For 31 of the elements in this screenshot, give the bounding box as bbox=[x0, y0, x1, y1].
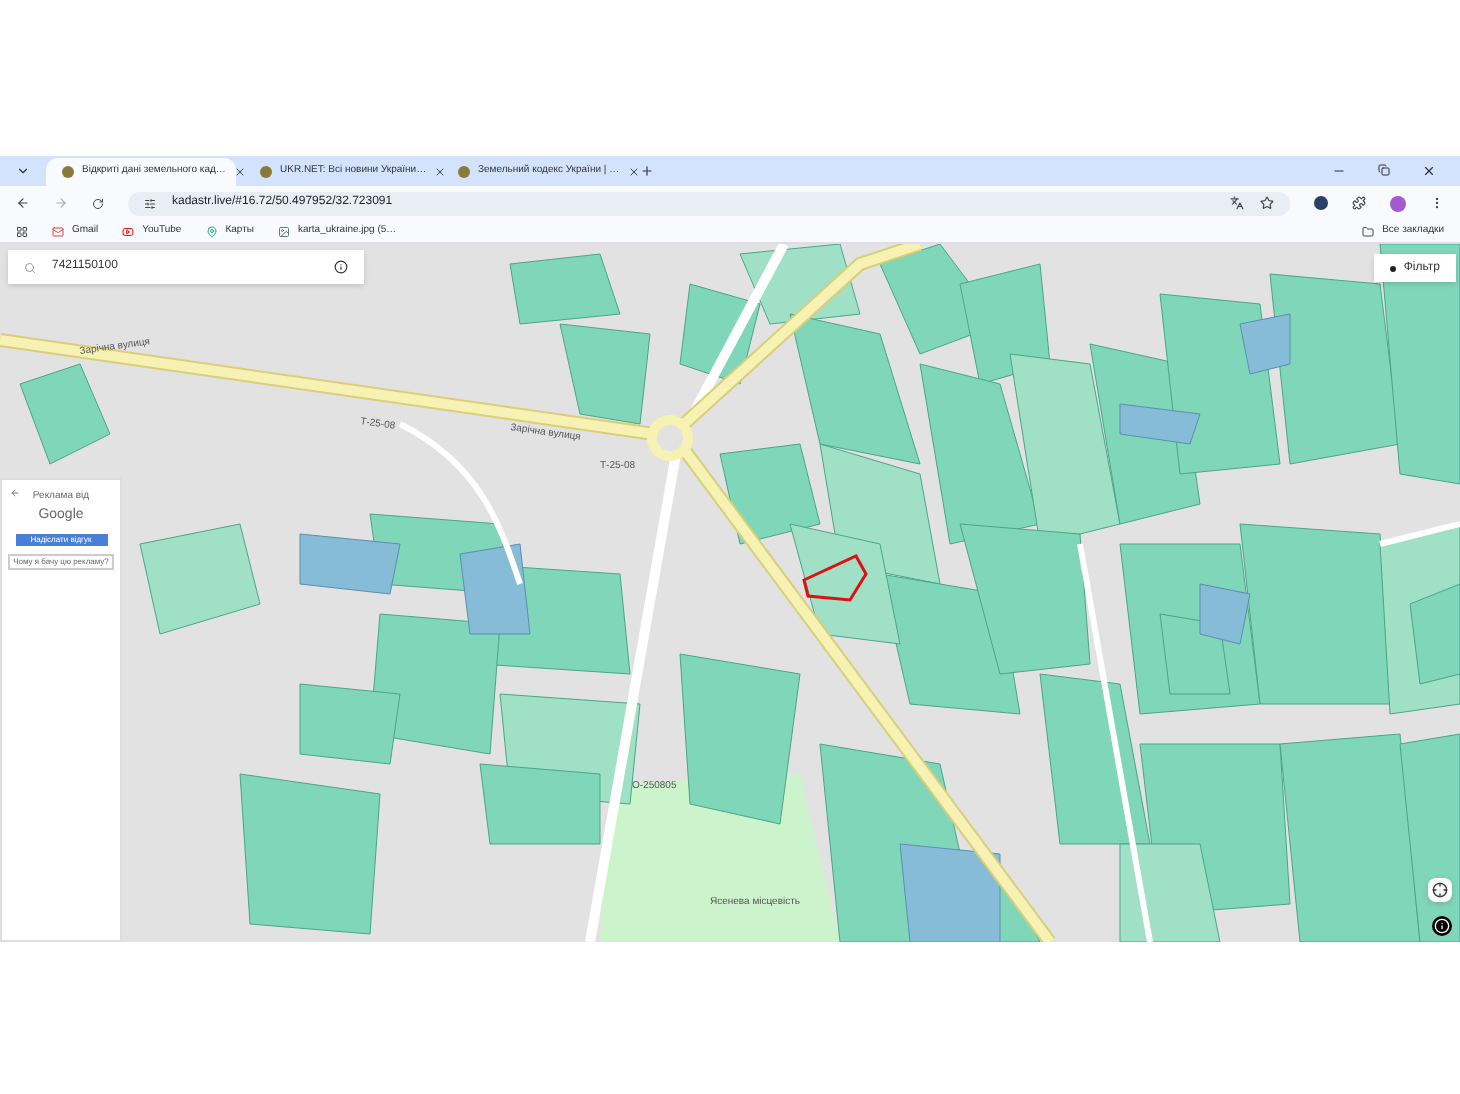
info-icon[interactable] bbox=[334, 260, 348, 274]
folder-icon bbox=[1362, 225, 1375, 237]
tab-favicon-icon bbox=[260, 166, 272, 178]
restore-icon[interactable] bbox=[1378, 164, 1390, 176]
close-icon[interactable] bbox=[233, 166, 246, 178]
new-tab-icon[interactable] bbox=[640, 164, 654, 178]
menu-icon[interactable] bbox=[1430, 196, 1444, 210]
bookmark-icon bbox=[52, 225, 64, 237]
tab-favicon-icon bbox=[458, 166, 470, 178]
close-icon[interactable] bbox=[434, 166, 447, 178]
apps-icon[interactable] bbox=[16, 225, 28, 237]
bookmark-icon bbox=[277, 225, 290, 237]
reload-icon[interactable] bbox=[92, 197, 104, 209]
tab-favicon-icon bbox=[62, 166, 74, 178]
bookmark-icon bbox=[122, 225, 135, 237]
info-icon bbox=[1434, 918, 1450, 934]
close-icon[interactable] bbox=[1422, 164, 1436, 178]
locate-icon bbox=[1432, 882, 1448, 898]
filter-icon bbox=[1389, 265, 1396, 271]
minimize-icon[interactable] bbox=[1332, 164, 1346, 178]
translate-icon[interactable] bbox=[1230, 196, 1244, 210]
extensions-icon[interactable] bbox=[1352, 196, 1366, 210]
search-icon bbox=[24, 261, 36, 273]
star-icon[interactable] bbox=[1260, 196, 1274, 210]
profile-avatar-icon[interactable] bbox=[1390, 195, 1406, 211]
site-settings-icon[interactable] bbox=[144, 197, 156, 209]
back-icon[interactable] bbox=[16, 196, 30, 210]
close-icon[interactable] bbox=[627, 166, 640, 178]
tab-list-icon[interactable] bbox=[16, 164, 30, 178]
bookmark-icon bbox=[205, 225, 218, 237]
locate-button[interactable] bbox=[1428, 878, 1452, 902]
